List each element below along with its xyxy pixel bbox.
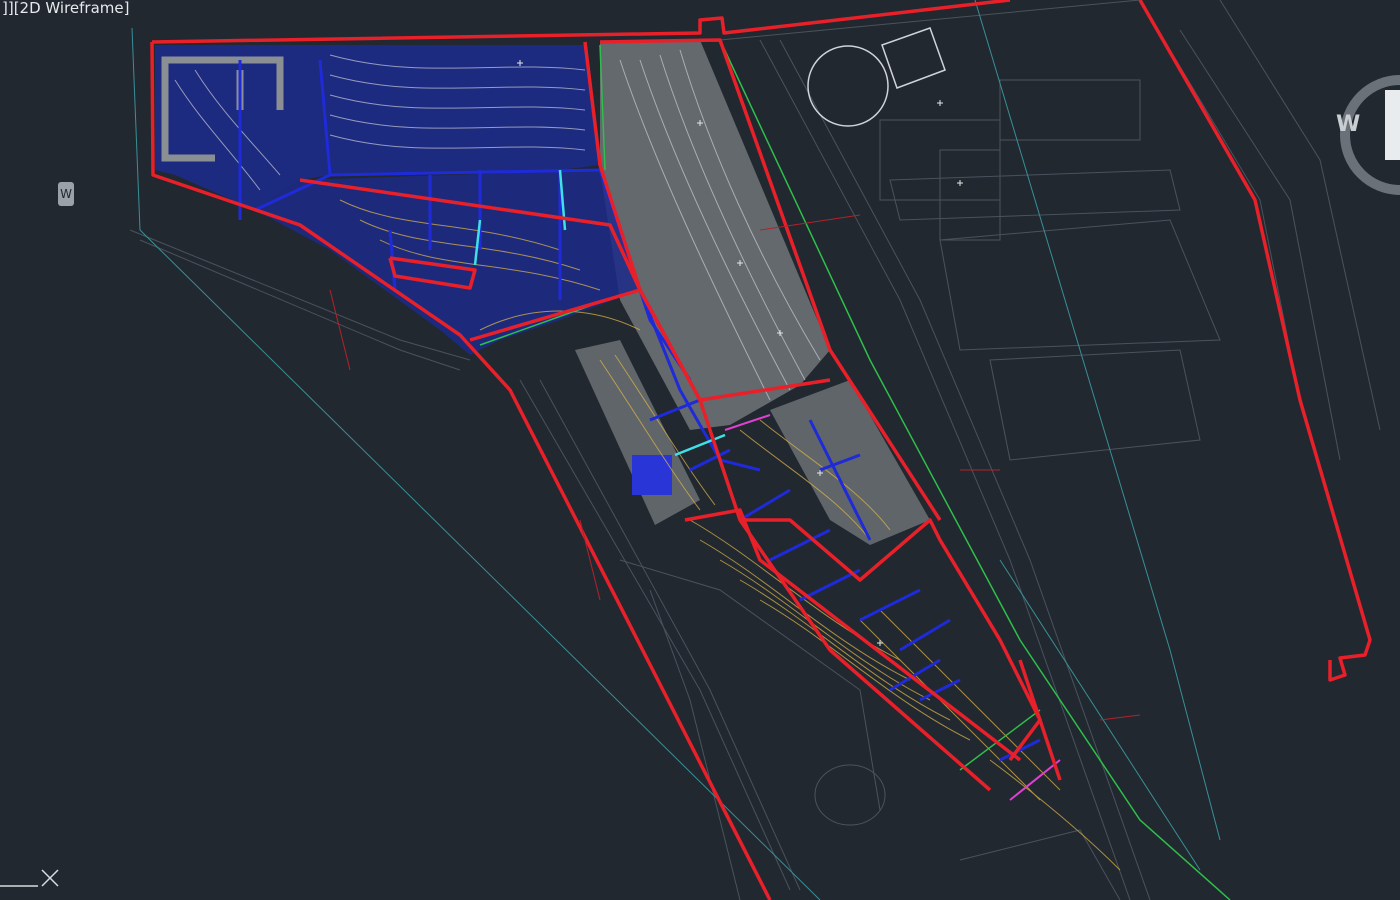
building-zone-fill-east (770, 380, 930, 545)
viewcube-small-button[interactable]: W (58, 182, 74, 206)
viewport-controls-label[interactable]: ]][2D Wireframe] (0, 0, 132, 17)
square-structure (881, 27, 946, 89)
viewcube[interactable]: W (1330, 60, 1400, 210)
viewcube-west-label[interactable]: W (1336, 112, 1360, 137)
drawing-canvas[interactable] (0, 0, 1400, 900)
ucs-icon (0, 869, 59, 887)
tank-circle (807, 45, 889, 127)
